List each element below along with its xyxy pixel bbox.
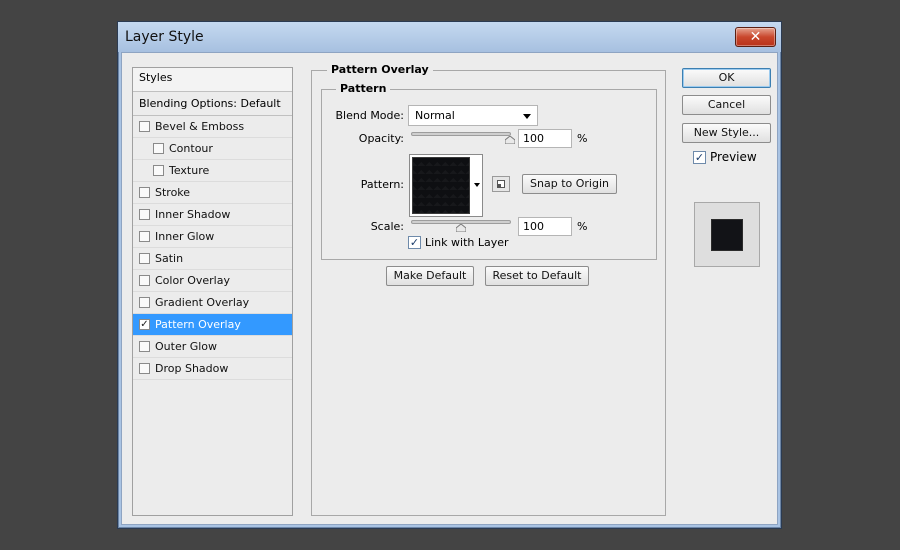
- effect-label: Inner Glow: [155, 230, 215, 243]
- effect-label: Bevel & Emboss: [155, 120, 245, 133]
- effect-label: Satin: [155, 252, 184, 265]
- effect-item-satin[interactable]: Satin: [133, 248, 292, 270]
- effect-item-stroke[interactable]: Stroke: [133, 182, 292, 204]
- make-default-button[interactable]: Make Default: [386, 266, 474, 286]
- preview-label: Preview: [710, 150, 757, 164]
- effect-item-inner-glow[interactable]: Inner Glow: [133, 226, 292, 248]
- link-with-layer-label: Link with Layer: [425, 236, 509, 249]
- effect-item-bevel-emboss[interactable]: Bevel & Emboss: [133, 116, 292, 138]
- effect-label: Texture: [169, 164, 210, 177]
- snap-to-origin-button[interactable]: Snap to Origin: [522, 174, 617, 194]
- effect-label: Drop Shadow: [155, 362, 229, 375]
- new-preset-button[interactable]: [492, 176, 510, 192]
- effect-checkbox-satin[interactable]: [139, 253, 150, 264]
- link-with-layer-checkbox[interactable]: ✓ Link with Layer: [408, 236, 509, 249]
- effect-checkbox-stroke[interactable]: [139, 187, 150, 198]
- effect-label: Outer Glow: [155, 340, 218, 353]
- effect-checkbox-bevel-emboss[interactable]: [139, 121, 150, 132]
- chevron-down-icon[interactable]: [474, 183, 480, 187]
- effect-item-drop-shadow[interactable]: Drop Shadow: [133, 358, 292, 380]
- pattern-label: Pattern:: [360, 178, 404, 191]
- window-title: Layer Style: [125, 29, 204, 45]
- preview-check[interactable]: ✓: [693, 150, 706, 164]
- reset-to-default-button[interactable]: Reset to Default: [485, 266, 589, 286]
- pattern-subgroup-title: Pattern: [336, 82, 391, 95]
- opacity-unit: %: [577, 132, 588, 145]
- scale-unit: %: [577, 220, 588, 233]
- effect-label: Inner Shadow: [155, 208, 231, 221]
- layer-style-dialog: Layer Style ✕ Styles Blending Options: D…: [117, 21, 782, 529]
- preview-checkbox[interactable]: ✓ Preview: [693, 150, 757, 164]
- effect-checkbox-contour[interactable]: [153, 143, 164, 154]
- opacity-label: Opacity:: [358, 132, 404, 145]
- close-button[interactable]: ✕: [735, 27, 776, 47]
- effect-checkbox-color-overlay[interactable]: [139, 275, 150, 286]
- cancel-button[interactable]: Cancel: [682, 95, 771, 115]
- scale-label: Scale:: [370, 220, 404, 233]
- styles-header[interactable]: Styles: [133, 68, 292, 92]
- pattern-swatch[interactable]: [412, 157, 470, 214]
- effect-checkbox-outer-glow[interactable]: [139, 341, 150, 352]
- dialog-body: Styles Blending Options: Default Bevel &…: [121, 52, 778, 525]
- scale-slider-thumb[interactable]: [456, 224, 466, 232]
- link-with-layer-check[interactable]: ✓: [408, 236, 421, 249]
- effect-checkbox-inner-shadow[interactable]: [139, 209, 150, 220]
- styles-list: Styles Blending Options: Default Bevel &…: [132, 67, 293, 516]
- effect-checkbox-texture[interactable]: [153, 165, 164, 176]
- preview-swatch: [711, 219, 743, 251]
- opacity-slider-thumb[interactable]: [505, 136, 515, 144]
- preview-thumbnail: [694, 202, 760, 267]
- effect-checkbox-gradient-overlay[interactable]: [139, 297, 150, 308]
- blending-options-item[interactable]: Blending Options: Default: [133, 92, 292, 116]
- opacity-input[interactable]: 100: [518, 129, 572, 148]
- close-icon: ✕: [749, 29, 762, 45]
- effect-item-texture[interactable]: Texture: [133, 160, 292, 182]
- chevron-down-icon: [523, 114, 531, 119]
- ok-button[interactable]: OK: [682, 68, 771, 88]
- opacity-slider[interactable]: [411, 132, 515, 144]
- effect-item-inner-shadow[interactable]: Inner Shadow: [133, 204, 292, 226]
- scale-input[interactable]: 100: [518, 217, 572, 236]
- pattern-picker[interactable]: [409, 154, 483, 217]
- scale-slider[interactable]: [411, 220, 511, 232]
- pattern-overlay-title: Pattern Overlay: [327, 63, 433, 76]
- effect-checkbox-drop-shadow[interactable]: [139, 363, 150, 374]
- effects-list: Bevel & Emboss Contour Texture Stroke Inner …: [133, 116, 292, 380]
- effect-checkbox-inner-glow[interactable]: [139, 231, 150, 242]
- effect-label: Pattern Overlay: [155, 318, 241, 331]
- effect-item-color-overlay[interactable]: Color Overlay: [133, 270, 292, 292]
- effect-label: Stroke: [155, 186, 191, 199]
- effect-checkbox-pattern-overlay[interactable]: ✓: [139, 319, 150, 330]
- effect-label: Gradient Overlay: [155, 296, 250, 309]
- title-bar[interactable]: Layer Style ✕: [118, 22, 781, 52]
- effect-label: Contour: [169, 142, 213, 155]
- effect-item-pattern-overlay[interactable]: ✓ Pattern Overlay: [133, 314, 292, 336]
- effect-label: Color Overlay: [155, 274, 230, 287]
- effect-item-outer-glow[interactable]: Outer Glow: [133, 336, 292, 358]
- blend-mode-select[interactable]: Normal: [408, 105, 538, 126]
- blend-mode-value: Normal: [415, 109, 455, 122]
- blend-mode-label: Blend Mode:: [335, 109, 405, 122]
- new-preset-icon: [497, 180, 505, 188]
- effect-item-gradient-overlay[interactable]: Gradient Overlay: [133, 292, 292, 314]
- effect-item-contour[interactable]: Contour: [133, 138, 292, 160]
- new-style-button[interactable]: New Style...: [682, 123, 771, 143]
